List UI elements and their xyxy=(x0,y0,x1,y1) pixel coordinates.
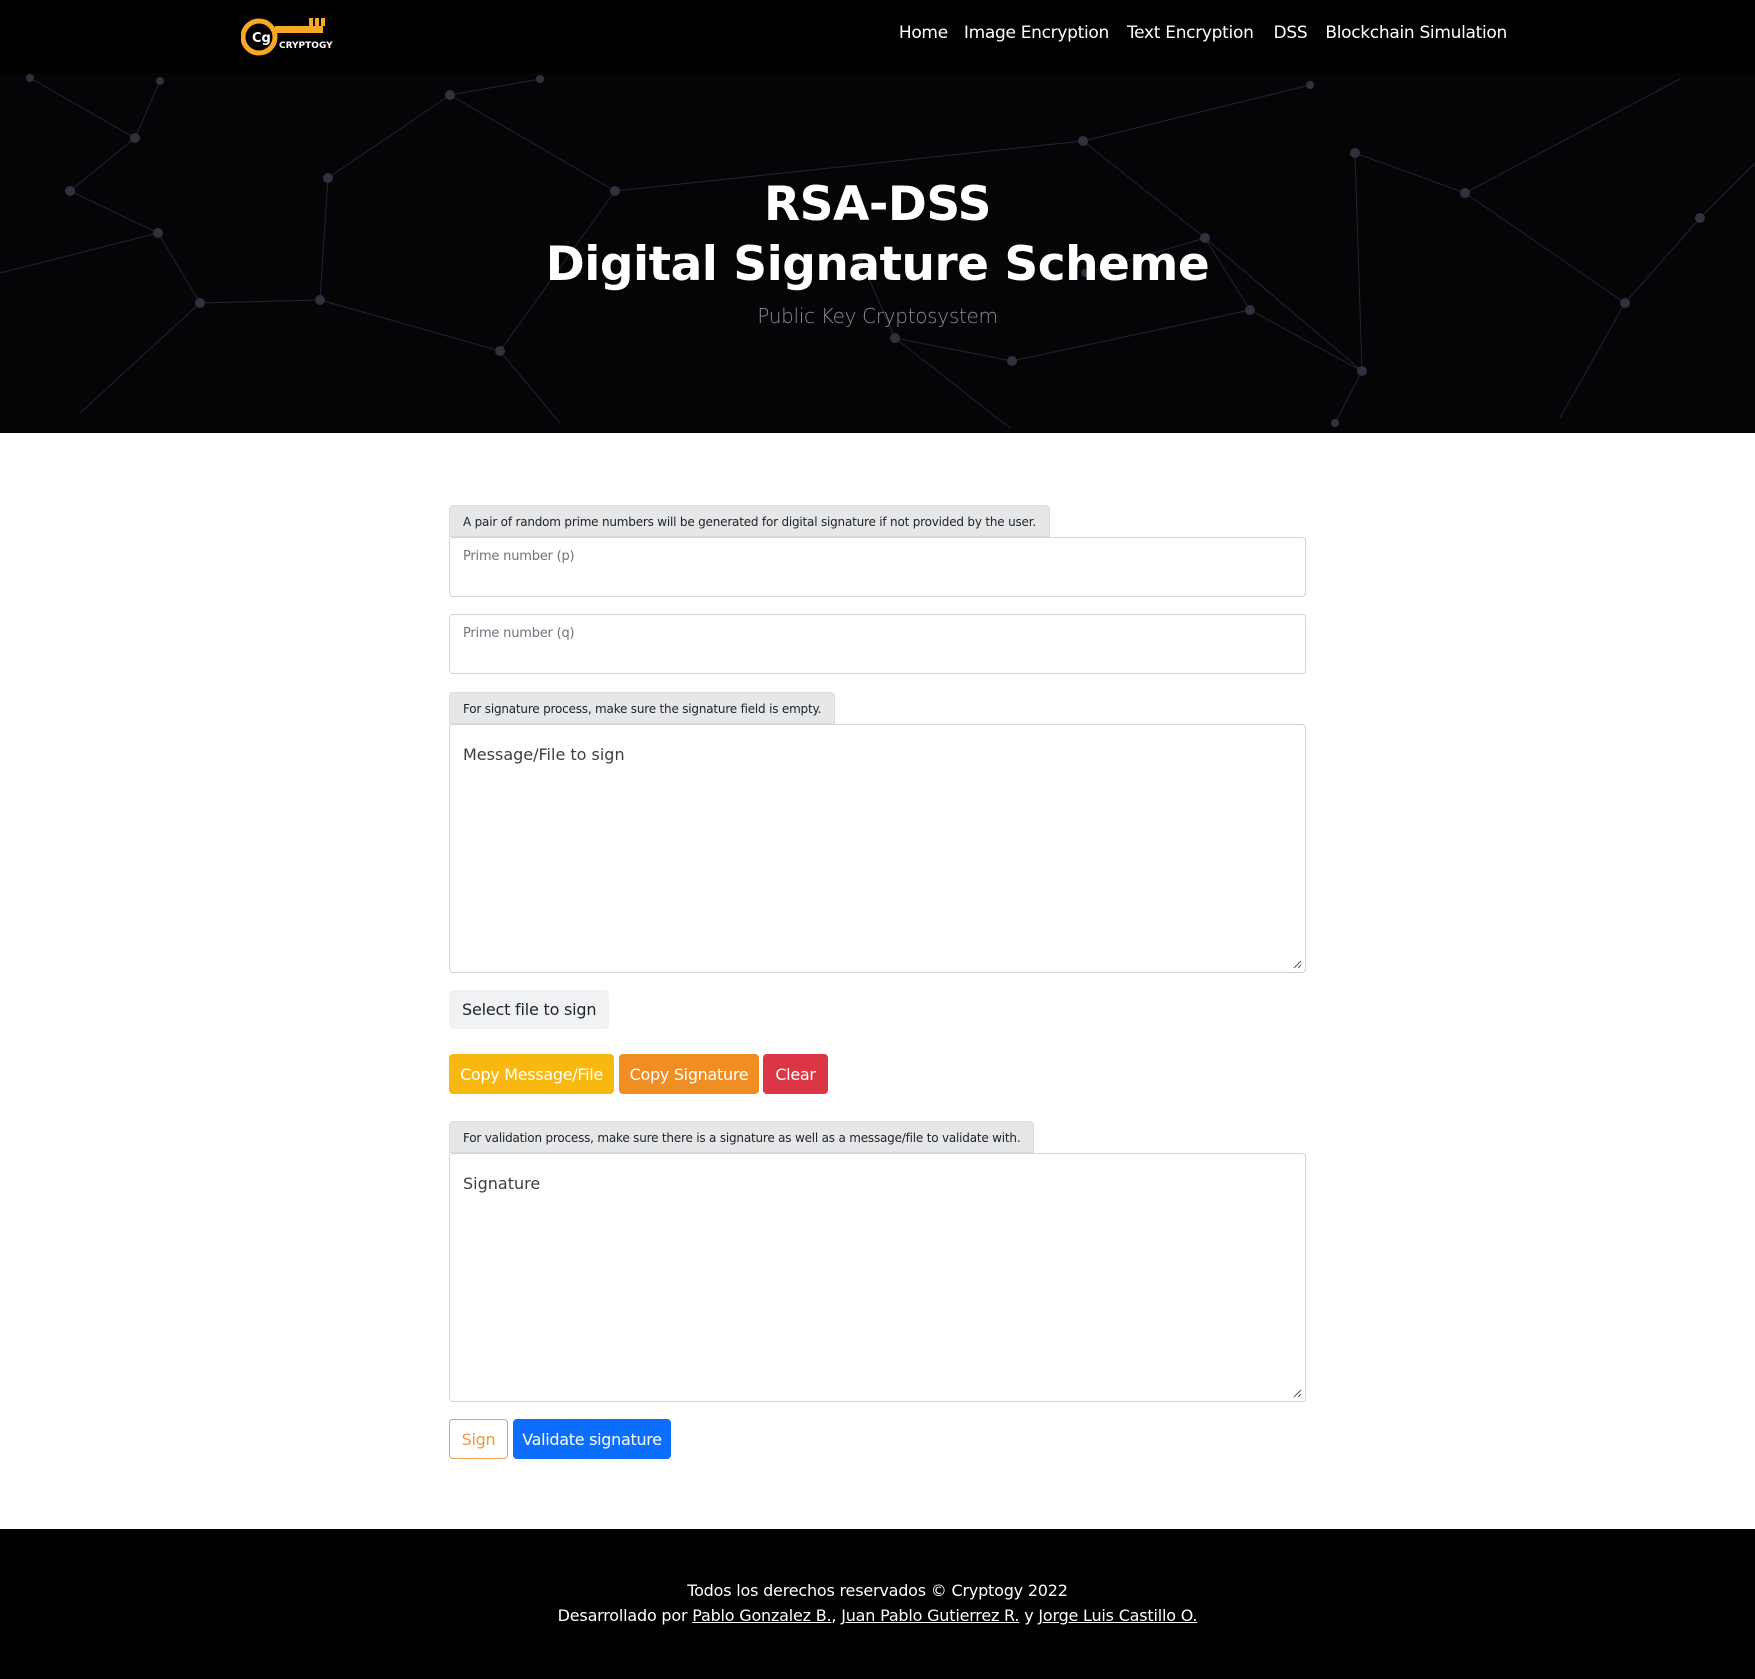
prime-p-field[interactable]: Prime number (p) xyxy=(449,537,1306,597)
author-link-jorge[interactable]: Jorge Luis Castillo O. xyxy=(1038,1606,1197,1625)
resize-grip-icon[interactable] xyxy=(1292,1388,1302,1398)
footer-separator: y xyxy=(1024,1606,1034,1625)
cryptogy-logo[interactable]: Cg CRYPTOGY xyxy=(240,15,335,59)
svg-text:CRYPTOGY: CRYPTOGY xyxy=(279,41,333,51)
nav-link-text-encryption[interactable]: Text Encryption xyxy=(1127,23,1254,43)
footer-copyright: Todos los derechos reservados © Cryptogy… xyxy=(687,1581,1068,1600)
copy-message-button[interactable]: Copy Message/File xyxy=(449,1054,614,1094)
message-field[interactable] xyxy=(449,724,1306,973)
footer-credits: Desarrollado por Pablo Gonzalez B., Juan… xyxy=(0,1606,1755,1625)
resize-grip-icon[interactable] xyxy=(1292,959,1302,969)
nav-links: Home Image Encryption Text Encryption DS… xyxy=(883,23,1507,43)
nav-link-home[interactable]: Home xyxy=(899,23,948,43)
footer: Todos los derechos reservados © Cryptogy… xyxy=(0,1529,1755,1679)
svg-text:Cg: Cg xyxy=(252,31,271,46)
nav-link-blockchain-simulation[interactable]: Blockchain Simulation xyxy=(1325,23,1507,43)
page-title-line-1: RSA-DSS xyxy=(763,177,992,232)
nav-link-image-encryption[interactable]: Image Encryption xyxy=(964,23,1109,43)
navbar: Cg CRYPTOGY Home Image Encryption Text E… xyxy=(0,0,1755,73)
signature-textarea[interactable] xyxy=(450,1154,1305,1401)
sign-hint: For signature process, make sure the sig… xyxy=(449,692,836,724)
page-title-line-2: Digital Signature Scheme xyxy=(545,237,1210,292)
prime-q-field[interactable]: Prime number (q) xyxy=(449,614,1306,674)
message-textarea[interactable] xyxy=(450,725,1305,972)
copy-signature-button[interactable]: Copy Signature xyxy=(619,1054,759,1094)
author-link-juan-pablo[interactable]: Juan Pablo Gutierrez R. xyxy=(841,1606,1019,1625)
clear-button[interactable]: Clear xyxy=(763,1054,828,1094)
hero-banner: RSA-DSS Digital Signature Scheme Public … xyxy=(0,73,1755,433)
signature-field[interactable] xyxy=(449,1153,1306,1402)
select-file-button[interactable]: Select file to sign xyxy=(449,990,610,1029)
prime-p-input[interactable] xyxy=(450,538,1305,596)
primes-hint: A pair of random prime numbers will be g… xyxy=(449,505,1050,537)
footer-separator: , xyxy=(831,1606,837,1625)
footer-developed-by: Desarrollado por xyxy=(557,1606,688,1625)
nav-link-dss[interactable]: DSS xyxy=(1274,23,1308,43)
prime-q-input[interactable] xyxy=(450,615,1305,673)
validate-signature-button[interactable]: Validate signature xyxy=(513,1419,671,1459)
sign-button[interactable]: Sign xyxy=(449,1419,508,1459)
page-subtitle: Public Key Cryptosystem xyxy=(757,304,998,328)
validate-hint: For validation process, make sure there … xyxy=(449,1121,1035,1153)
author-link-pablo[interactable]: Pablo Gonzalez B. xyxy=(692,1606,831,1625)
